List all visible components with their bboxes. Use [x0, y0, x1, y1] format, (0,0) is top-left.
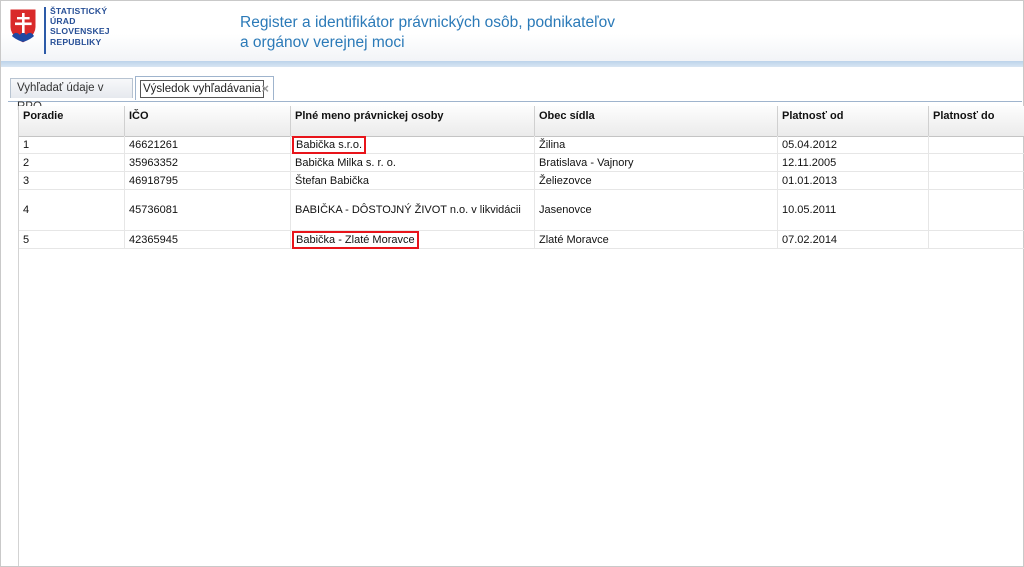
app-title-line: a orgánov verejnej moci [240, 34, 405, 51]
column-header-name[interactable]: Plné meno právnickej osoby [291, 106, 535, 136]
cell-valid-to [929, 231, 1024, 248]
cell-poradie: 2 [19, 154, 125, 171]
cell-name: Štefan Babička [291, 172, 535, 189]
cell-valid-from: 01.01.2013 [778, 172, 929, 189]
tab-results[interactable]: Výsledok vyhľadávania × [135, 76, 274, 100]
table-row[interactable]: 5 42365945 Babička - Zlaté Moravce Zlaté… [19, 230, 1024, 249]
app-title: Register a identifikátor právnických osô… [240, 13, 615, 53]
table-row[interactable]: 3 46918795 Štefan Babička Želiezovce 01.… [19, 172, 1024, 190]
cell-name: Babička s.r.o. [291, 135, 535, 154]
cell-city: Jasenovce [535, 190, 778, 230]
highlighted-name: Babička s.r.o. [291, 135, 367, 154]
cell-ico: 46918795 [125, 172, 291, 189]
table-row[interactable]: 2 35963352 Babička Milka s. r. o. Bratis… [19, 154, 1024, 172]
org-line: ŠTATISTICKÝ [50, 6, 108, 16]
cell-poradie: 5 [19, 231, 125, 248]
org-line: ÚRAD [50, 16, 76, 27]
app-header: ŠTATISTICKÝ ÚRAD SLOVENSKEJ REPUBLIKY Re… [1, 1, 1023, 61]
cell-city: Zlaté Moravce [535, 231, 778, 248]
cell-ico: 42365945 [125, 231, 291, 248]
susr-logo[interactable]: ŠTATISTICKÝ ÚRAD SLOVENSKEJ REPUBLIKY [8, 5, 128, 57]
table-row[interactable]: 4 45736081 BABIČKA - DÔSTOJNÝ ŽIVOT n.o.… [19, 190, 1024, 231]
header-rule [1, 61, 1023, 67]
cell-city: Bratislava - Vajnory [535, 154, 778, 171]
cell-name: BABIČKA - DÔSTOJNÝ ŽIVOT n.o. v likvidác… [291, 190, 535, 230]
cell-valid-from: 12.11.2005 [778, 154, 929, 171]
app-title-line: Register a identifikátor právnických osô… [240, 14, 615, 31]
tab-label: Výsledok vyhľadávania [140, 80, 264, 98]
table-row[interactable]: 1 46621261 Babička s.r.o. Žilina 05.04.2… [19, 135, 1024, 154]
column-header-poradie[interactable]: Poradie [19, 106, 125, 136]
column-header-valid-from[interactable]: Platnosť od [778, 106, 929, 136]
column-header-city[interactable]: Obec sídla [535, 106, 778, 136]
column-header-ico[interactable]: IČO [125, 106, 291, 136]
cell-poradie: 1 [19, 136, 125, 153]
logo-divider [44, 7, 46, 54]
cell-valid-to [929, 190, 1024, 230]
cell-ico: 45736081 [125, 190, 291, 230]
cell-name: Babička Milka s. r. o. [291, 154, 535, 171]
cell-valid-to [929, 136, 1024, 153]
slovak-coat-of-arms-icon [9, 8, 37, 44]
cell-city: Žilina [535, 136, 778, 153]
tab-bar: Vyhľadať údaje v RPO Výsledok vyhľadávan… [8, 75, 1022, 113]
org-line: SLOVENSKEJ [50, 26, 110, 37]
tab-search[interactable]: Vyhľadať údaje v RPO [10, 78, 133, 113]
org-line: REPUBLIKY [50, 36, 102, 47]
cell-valid-to [929, 172, 1024, 189]
org-name: ŠTATISTICKÝ ÚRAD SLOVENSKEJ REPUBLIKY [50, 6, 110, 47]
cell-valid-to [929, 154, 1024, 171]
cell-ico: 35963352 [125, 154, 291, 171]
cell-poradie: 3 [19, 172, 125, 189]
grid-header: Poradie IČO Plné meno právnickej osoby O… [19, 106, 1024, 137]
cell-valid-from: 05.04.2012 [778, 136, 929, 153]
cell-valid-from: 07.02.2014 [778, 231, 929, 248]
column-header-valid-to[interactable]: Platnosť do [929, 106, 1024, 136]
cell-ico: 46621261 [125, 136, 291, 153]
cell-city: Želiezovce [535, 172, 778, 189]
highlighted-name: Babička - Zlaté Moravce [292, 230, 419, 249]
cell-poradie: 4 [19, 190, 125, 230]
cell-valid-from: 10.05.2011 [778, 190, 929, 230]
results-grid: Poradie IČO Plné meno právnickej osoby O… [18, 106, 1024, 566]
cell-name: Babička - Zlaté Moravce [291, 230, 535, 249]
close-icon[interactable]: × [261, 78, 269, 100]
